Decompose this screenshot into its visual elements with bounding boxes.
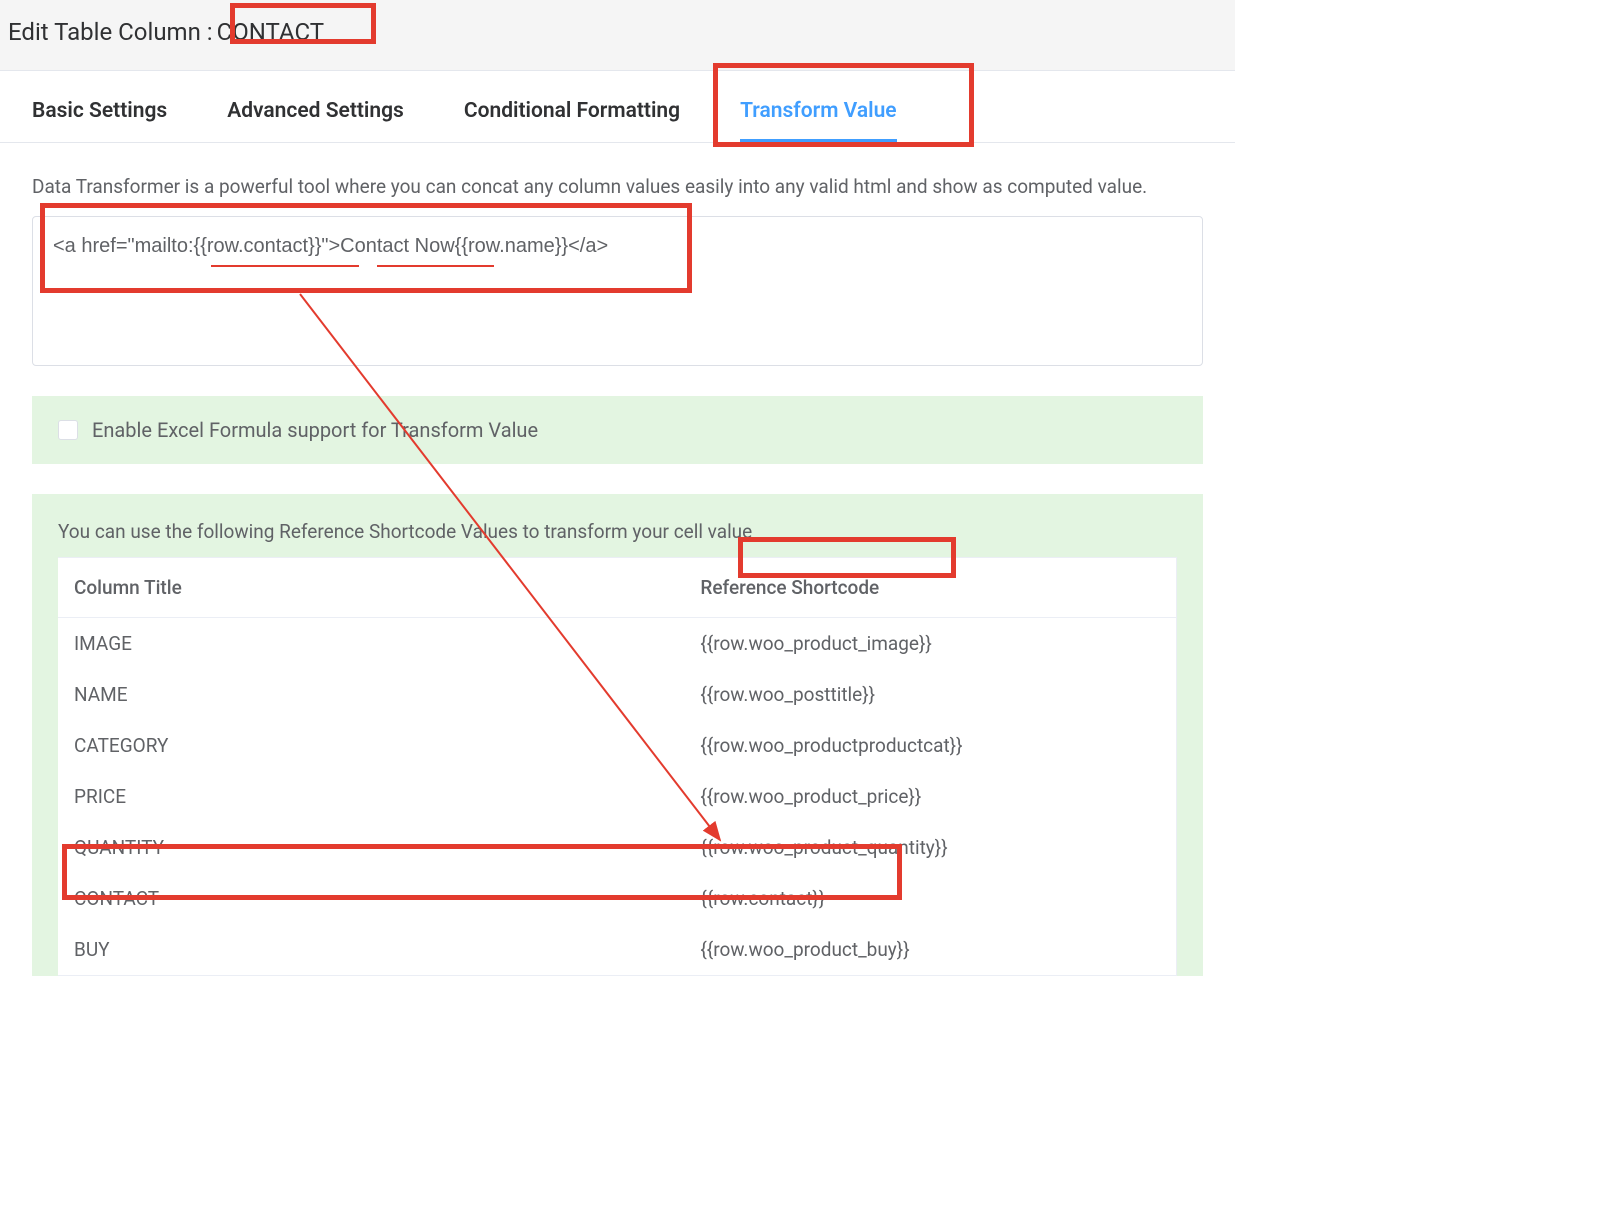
tab-transform-value[interactable]: Transform Value [740, 99, 897, 142]
title-prefix: Edit Table Column : [8, 18, 213, 46]
cell-column-title: NAME [58, 669, 684, 720]
table-header-reference-shortcode: Reference Shortcode [684, 558, 1176, 618]
cell-column-title: IMAGE [58, 618, 684, 670]
table-row: PRICE{{row.woo_product_price}} [58, 771, 1177, 822]
tab-conditional-formatting[interactable]: Conditional Formatting [464, 99, 680, 142]
table-header-column-title: Column Title [58, 558, 684, 618]
cell-column-title: BUY [58, 924, 684, 976]
table-row: NAME{{row.woo_posttitle}} [58, 669, 1177, 720]
cell-column-title: PRICE [58, 771, 684, 822]
cell-column-title: CATEGORY [58, 720, 684, 771]
cell-column-title: CONTACT [58, 873, 684, 924]
table-row: CATEGORY{{row.woo_productproductcat}} [58, 720, 1177, 771]
cell-reference-shortcode: {{row.woo_product_image}} [684, 618, 1176, 670]
cell-reference-shortcode: {{row.contact}} [684, 873, 1176, 924]
title-column-name: CONTACT [217, 18, 324, 46]
tab-content: Data Transformer is a powerful tool wher… [0, 143, 1235, 976]
table-row: CONTACT{{row.contact}} [58, 873, 1177, 924]
tab-advanced-settings[interactable]: Advanced Settings [227, 99, 404, 142]
cell-reference-shortcode: {{row.woo_posttitle}} [684, 669, 1176, 720]
formula-checkbox-label: Enable Excel Formula support for Transfo… [92, 418, 538, 442]
cell-reference-shortcode: {{row.woo_product_buy}} [684, 924, 1176, 976]
cell-reference-shortcode: {{row.woo_productproductcat}} [684, 720, 1176, 771]
page-header: Edit Table Column : CONTACT [0, 0, 1235, 71]
shortcode-table: Column Title Reference Shortcode IMAGE{{… [58, 557, 1177, 976]
tabs-nav: Basic Settings Advanced Settings Conditi… [0, 71, 1235, 143]
transform-value-text: <a href="mailto:{{row.contact}}">Contact… [53, 235, 1182, 258]
annotation-underline-1 [211, 265, 359, 267]
cell-reference-shortcode: {{row.woo_product_quantity}} [684, 822, 1176, 873]
cell-reference-shortcode: {{row.woo_product_price}} [684, 771, 1176, 822]
formula-checkbox[interactable] [58, 420, 78, 440]
cell-column-title: QUANTITY [58, 822, 684, 873]
shortcode-tbody: IMAGE{{row.woo_product_image}}NAME{{row.… [58, 618, 1177, 976]
tab-basic-settings[interactable]: Basic Settings [32, 99, 167, 142]
table-row: BUY{{row.woo_product_buy}} [58, 924, 1177, 976]
transformer-description: Data Transformer is a powerful tool wher… [32, 175, 1203, 198]
reference-section: You can use the following Reference Shor… [32, 494, 1203, 976]
table-row: IMAGE{{row.woo_product_image}} [58, 618, 1177, 670]
transform-value-input[interactable]: <a href="mailto:{{row.contact}}">Contact… [32, 216, 1203, 366]
reference-intro: You can use the following Reference Shor… [58, 520, 1177, 543]
table-row: QUANTITY{{row.woo_product_quantity}} [58, 822, 1177, 873]
formula-support-row: Enable Excel Formula support for Transfo… [32, 396, 1203, 464]
page-title: Edit Table Column : CONTACT [8, 18, 1227, 46]
annotation-underline-2 [377, 265, 494, 267]
